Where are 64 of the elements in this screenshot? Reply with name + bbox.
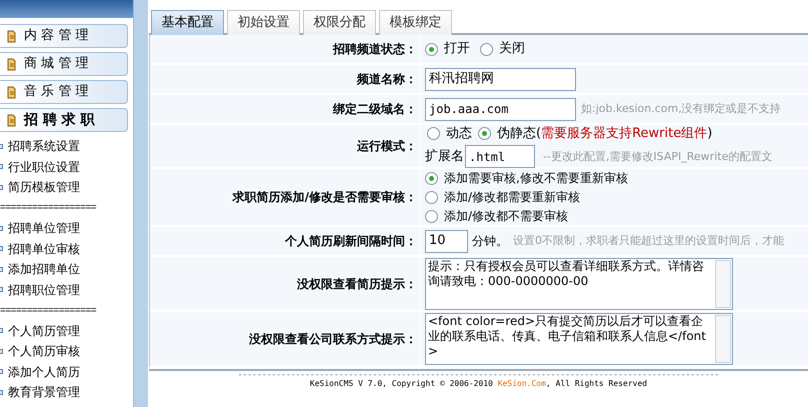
text-area[interactable]: 提示：只有授权会员可以查看详细联系方式。详情咨询请致电：000-0000000-00 (425, 258, 733, 310)
sidebar-link[interactable]: 添加个人简历 (8, 362, 80, 381)
hint-text: 如:job.kesion.com,没有绑定或是不支持 (581, 100, 781, 117)
input-field[interactable]: 10 (425, 230, 468, 252)
sidebar-link[interactable]: 个人简历审核 (8, 342, 80, 360)
menu-button[interactable]: 音 乐 管 理 (0, 80, 128, 104)
sidebar-link[interactable]: 招聘单位管理 (8, 219, 80, 238)
radio-button[interactable] (425, 42, 438, 56)
separator-text: ================== (0, 201, 96, 216)
field-label: 没权限查看公司联系方式提示： (249, 330, 417, 348)
sidebar-link[interactable]: 个人简历管理 (8, 322, 80, 340)
sidebar-link[interactable]: 添加招聘单位 (8, 260, 80, 278)
option-label: 添加/修改都不需要审核 (444, 208, 568, 225)
field-label: 没权限查看简历提示： (297, 276, 417, 292)
rights-text: , All Rights Reserved (546, 379, 648, 388)
option-label: 关闭 (499, 40, 525, 58)
tab[interactable]: 模板绑定 (379, 10, 452, 35)
footer-dashes: ---------------------------------------------------------------------------------------------------- (238, 371, 720, 379)
hint-text: 设置0不限制，求职者只能超过这里的设置时间后，才能 (513, 232, 784, 249)
field-label: 求职简历添加/修改是否需要审核： (232, 189, 417, 206)
radio-button[interactable] (480, 42, 493, 56)
sidebar-link[interactable]: 教育背景管理 (8, 383, 80, 402)
copyright-text: KeSionCMS V 7.0, Copyright © 2006-2010 (310, 379, 493, 388)
tab[interactable]: 基本配置 (151, 10, 224, 35)
folder-icon (6, 114, 18, 126)
radio-button[interactable] (427, 127, 440, 140)
sidebar-link[interactable]: 招聘单位审核 (8, 240, 80, 258)
radio-button[interactable] (425, 190, 438, 204)
sidebar-link[interactable]: 简历模板管理 (8, 178, 80, 196)
field-label: 频道名称： (357, 71, 417, 88)
option-label: 打开 (444, 40, 470, 58)
tab[interactable]: 权限分配 (303, 10, 376, 35)
option-label: 动态 (446, 124, 472, 143)
input-field[interactable]: job.aaa.com (425, 98, 576, 120)
requirement-note: (需要服务器支持Rewrite组件) (536, 124, 712, 143)
option-label: 添加/修改都需要重新审核 (444, 189, 580, 206)
separator-text: ================== (0, 304, 96, 318)
field-label: 个人简历刷新间隔时间： (285, 233, 417, 250)
text-area[interactable]: <font color=red>只有提交简历以后才可以查看企业的联系电话、传真、电子信箱和联系人信息</font> (425, 312, 733, 364)
tab[interactable]: 初始设置 (227, 10, 300, 35)
radio-button[interactable] (478, 127, 491, 140)
menu-button[interactable]: 招 聘 求 职 (0, 108, 128, 132)
sidebar-link[interactable]: 行业职位设置 (8, 158, 80, 176)
field-label: 绑定二级域名： (333, 101, 417, 118)
input-field[interactable]: 科汛招聘网 (425, 68, 576, 90)
scrollbar[interactable] (715, 260, 731, 308)
hint-text: --更改此配置,需要修改ISAPI_Rewrite的配置文 (543, 148, 772, 165)
folder-icon (6, 58, 18, 70)
menu-button[interactable]: 内 容 管 理 (0, 24, 128, 48)
unit-text: 分钟。 (472, 233, 508, 250)
sidebar-link[interactable]: 招聘职位管理 (8, 280, 80, 299)
extension-label: 扩展名 (425, 148, 464, 166)
radio-button[interactable] (425, 210, 438, 222)
option-label: 伪静态 (497, 124, 536, 143)
folder-icon (6, 86, 18, 98)
input-field[interactable]: .html (465, 145, 535, 168)
sidebar-link[interactable]: 招聘系统设置 (8, 137, 80, 156)
menu-button[interactable]: 商 城 管 理 (0, 52, 128, 76)
option-label: 添加需要审核,修改不需要重新审核 (444, 170, 628, 187)
scrollbar[interactable] (715, 314, 731, 362)
radio-button[interactable] (425, 172, 438, 184)
folder-icon (6, 30, 18, 42)
field-label: 招聘频道状态： (333, 41, 417, 58)
field-label: 运行模式： (357, 138, 417, 155)
